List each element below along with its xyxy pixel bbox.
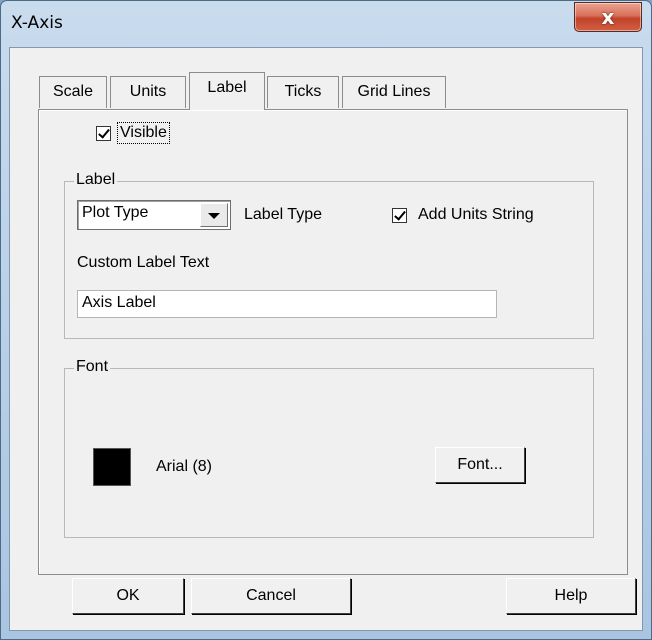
tab-units[interactable]: Units [110,76,186,108]
visible-label[interactable]: Visible [117,122,170,144]
close-icon: x [601,5,615,29]
help-button[interactable]: Help [506,578,636,614]
label-group-legend: Label [74,171,118,189]
plot-type-value: Plot Type [82,204,149,221]
font-description: Arial (8) [156,458,213,475]
custom-label-input[interactable]: Axis Label [77,290,497,318]
dialog-client-area: Scale Units Label Ticks Grid Lines Visib… [9,47,643,631]
label-type-caption: Label Type [244,206,322,223]
dialog-window: X-Axis x Scale Units Label Ticks Grid Li… [0,0,652,640]
ok-button-label: OK [116,587,140,604]
font-color-swatch [93,448,131,486]
tab-scale[interactable]: Scale [39,76,107,108]
tab-grid-lines[interactable]: Grid Lines [342,76,446,108]
tab-ticks[interactable]: Ticks [267,76,339,108]
window-title: X-Axis [11,13,63,33]
tab-label-active[interactable]: Label [189,72,265,110]
cancel-button[interactable]: Cancel [191,578,351,614]
ok-button[interactable]: OK [72,578,184,614]
tab-label: Grid Lines [357,83,431,100]
add-units-label[interactable]: Add Units String [418,206,534,224]
title-bar[interactable]: X-Axis x [1,1,651,47]
tab-label: Scale [52,83,94,100]
tab-label: Units [129,83,167,100]
font-group-legend: Font [74,358,111,376]
close-button[interactable]: x [574,2,642,32]
custom-label-caption: Custom Label Text [77,254,210,271]
plot-type-select[interactable]: Plot Type [77,200,231,230]
add-units-checkbox[interactable] [392,208,407,223]
tab-label: Label [207,79,247,96]
font-button[interactable]: Font... [435,447,525,483]
help-button-label: Help [554,587,588,604]
chevron-down-icon[interactable] [200,203,228,227]
cancel-button-label: Cancel [246,587,296,604]
tab-label: Ticks [284,83,322,100]
visible-checkbox[interactable] [96,126,111,141]
font-button-label: Font... [457,456,503,473]
